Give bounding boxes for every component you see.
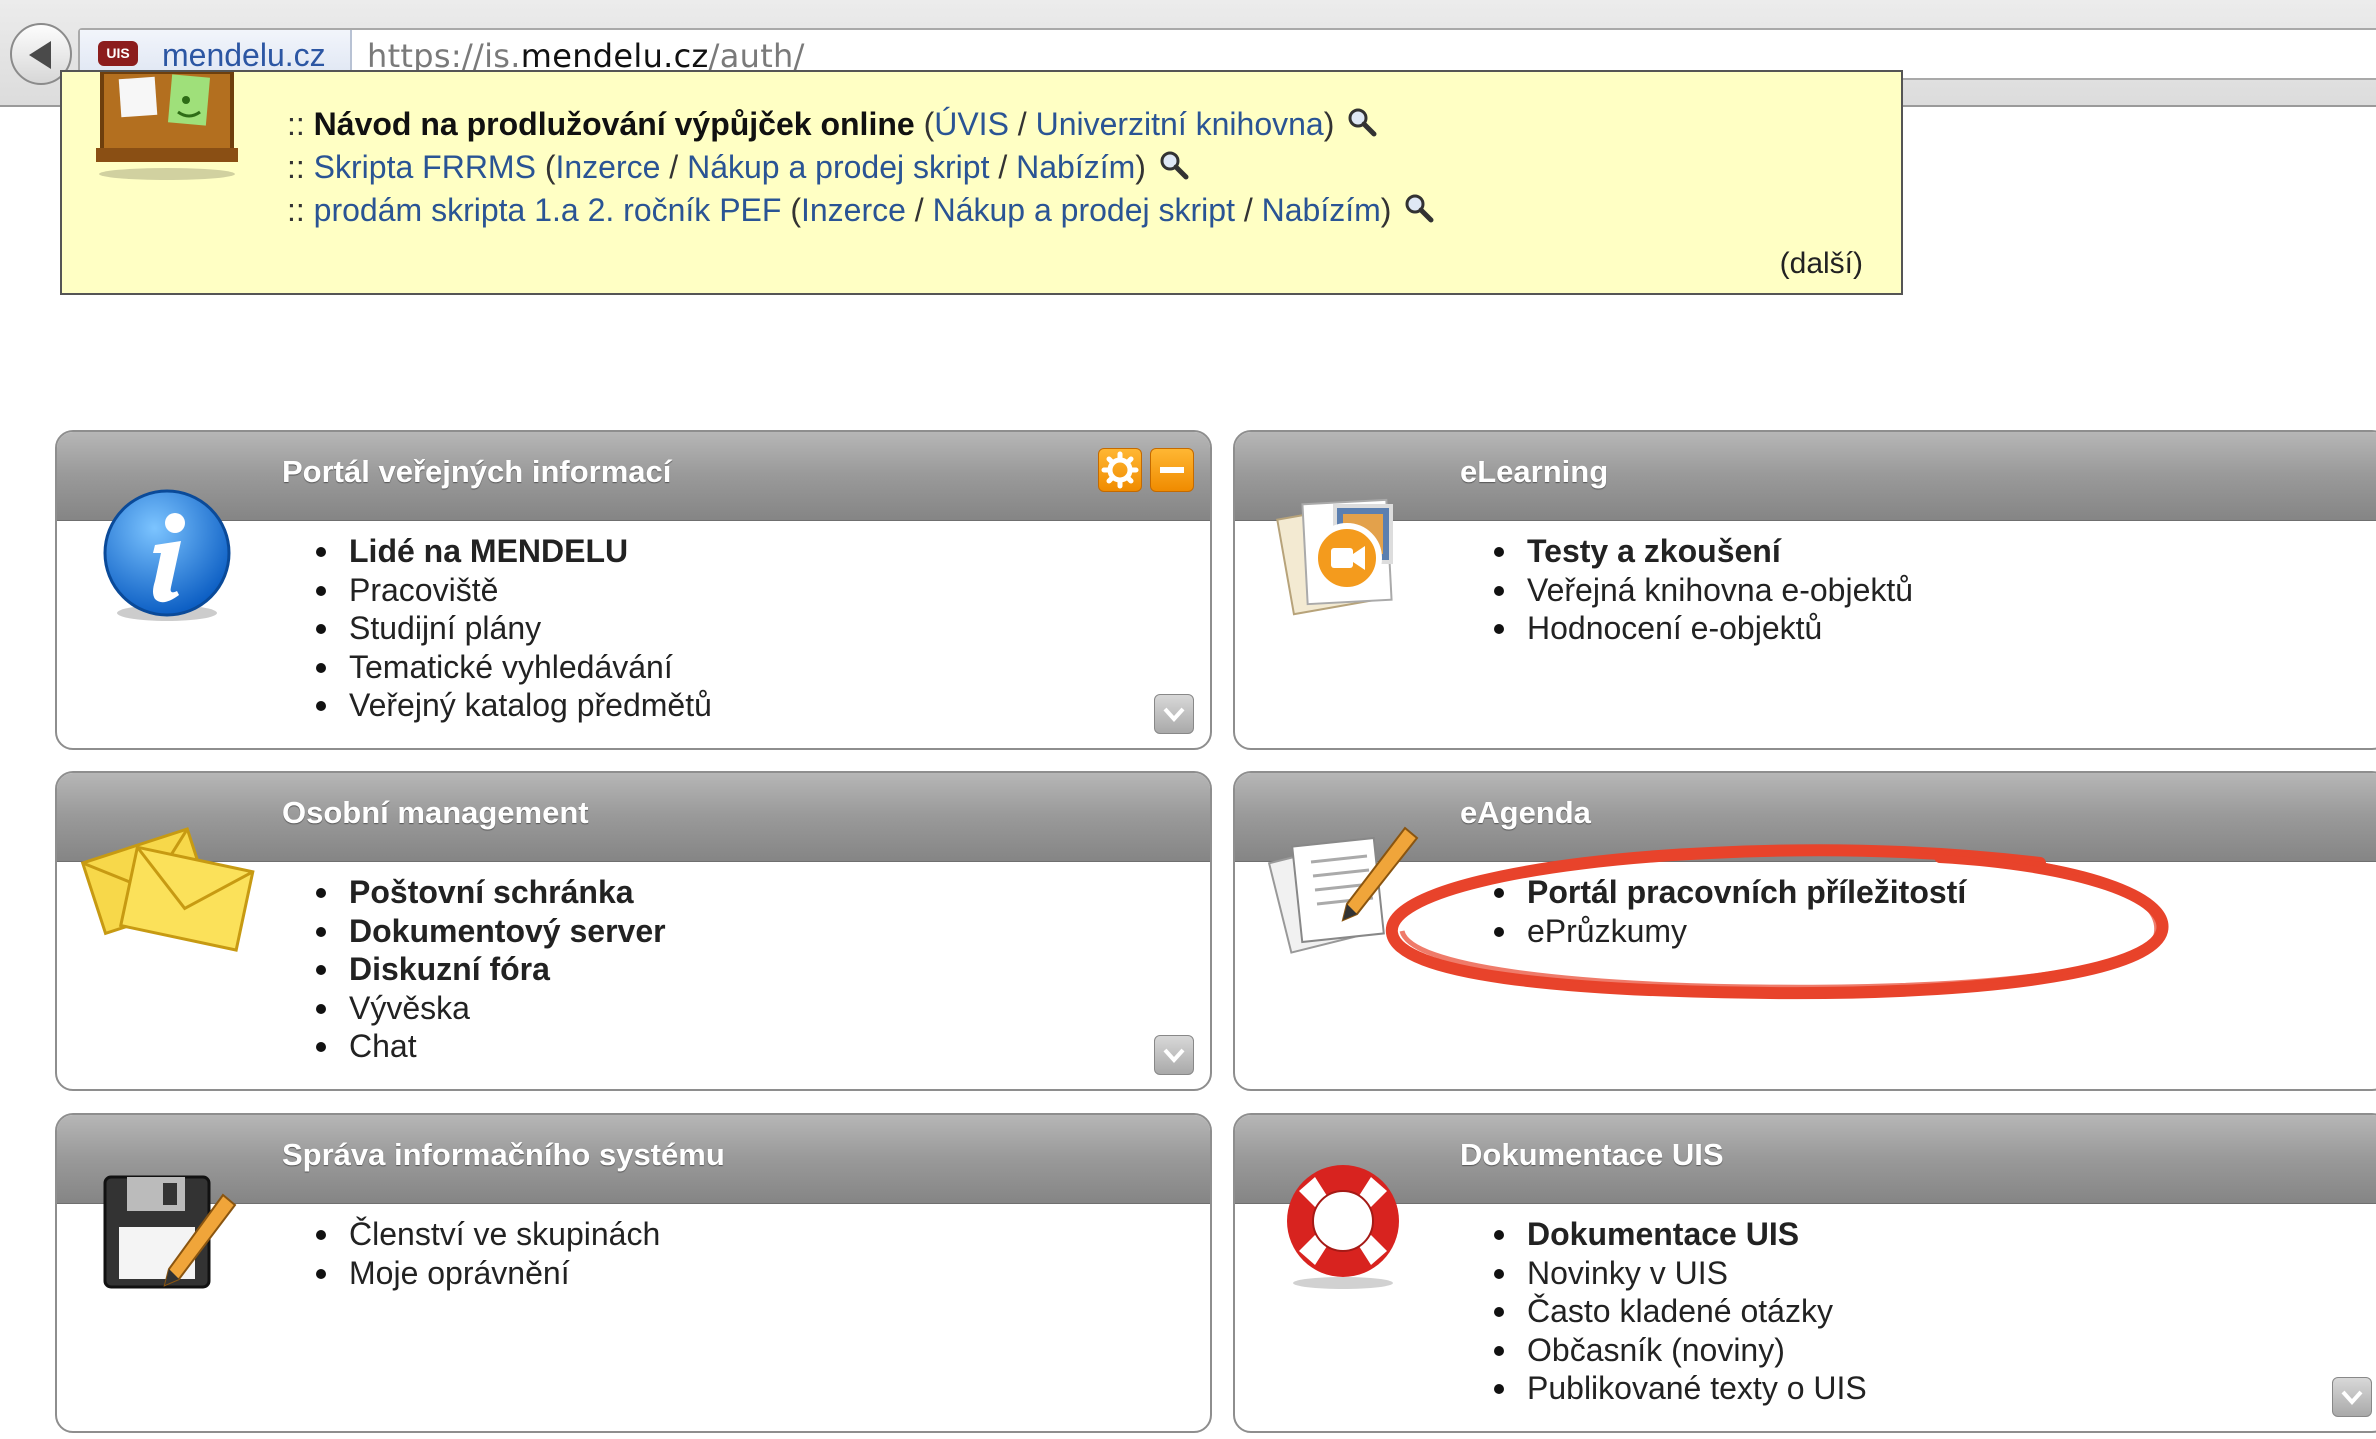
magnifier-icon[interactable] bbox=[1347, 107, 1377, 137]
notice-item: :: prodám skripta 1.a 2. ročník PEF (Inz… bbox=[287, 192, 1434, 229]
panel-title[interactable]: Portál veřejných informací bbox=[282, 454, 671, 490]
link-faq[interactable]: Často kladené otázky bbox=[1494, 1292, 1867, 1331]
chevron-down-icon bbox=[1163, 707, 1185, 722]
floppy-disk-pencil-icon bbox=[103, 1175, 237, 1289]
notice-item: :: Skripta FRRMS (Inzerce / Nákup a prod… bbox=[287, 149, 1189, 186]
notice-category-link[interactable]: Nákup a prodej skript bbox=[933, 192, 1235, 228]
separator: / bbox=[914, 192, 924, 228]
link-hodnoceni[interactable]: Hodnocení e-objektů bbox=[1493, 609, 1913, 648]
notice-item: :: Návod na prodlužování výpůjček online… bbox=[287, 106, 1377, 143]
expand-button[interactable] bbox=[1154, 694, 1194, 734]
link-publikovane-texty[interactable]: Publikované texty o UIS bbox=[1494, 1369, 1867, 1408]
paren: ) bbox=[1135, 149, 1146, 185]
panel-title[interactable]: Osobní management bbox=[282, 795, 589, 831]
lifebuoy-icon bbox=[1287, 1165, 1399, 1289]
separator: / bbox=[1243, 192, 1253, 228]
panel-documentation: Dokumentace UIS Dokumentace UIS Novinky … bbox=[1233, 1113, 2376, 1433]
paren: ) bbox=[1380, 192, 1392, 228]
panel-title[interactable]: eLearning bbox=[1460, 454, 1608, 490]
link-moje-opravneni[interactable]: Moje oprávnění bbox=[315, 1254, 660, 1293]
link-dokumentace-uis[interactable]: Dokumentace UIS bbox=[1494, 1215, 1867, 1254]
chevron-down-icon bbox=[1163, 1048, 1185, 1063]
notice-bullet: :: bbox=[287, 149, 305, 185]
paren: ( bbox=[790, 192, 801, 228]
notice-category-link[interactable]: ÚVIS bbox=[934, 106, 1009, 142]
panel-link-list: Poštovní schránka Dokumentový server Dis… bbox=[316, 873, 666, 1066]
panel-personal-management: Osobní management Poštovní schránka Doku… bbox=[55, 771, 1212, 1091]
site-favicon-icon: UIS bbox=[98, 41, 138, 66]
notice-category-link[interactable]: Univerzitní knihovna bbox=[1036, 106, 1324, 142]
panel-link-list: Členství ve skupinách Moje oprávnění bbox=[315, 1215, 660, 1293]
highlight-circle-annotation bbox=[1385, 844, 2169, 1000]
panel-title[interactable]: Dokumentace UIS bbox=[1460, 1137, 1724, 1173]
magnifier-icon[interactable] bbox=[1404, 193, 1434, 223]
link-studijni-plany[interactable]: Studijní plány bbox=[316, 609, 712, 648]
site-identity-label: mendelu.cz bbox=[162, 37, 326, 73]
panel-public-info: Portál veřejných informací Lidé na MENDE… bbox=[55, 430, 1212, 750]
link-testy[interactable]: Testy a zkoušení bbox=[1493, 532, 1913, 571]
notice-category-link[interactable]: Inzerce bbox=[555, 149, 660, 185]
separator: / bbox=[998, 149, 1008, 185]
link-verejny-katalog[interactable]: Veřejný katalog předmětů bbox=[316, 686, 712, 725]
separator: / bbox=[669, 149, 679, 185]
link-lide[interactable]: Lidé na MENDELU bbox=[316, 532, 712, 571]
notice-category-link[interactable]: Nákup a prodej skript bbox=[687, 149, 989, 185]
link-chat[interactable]: Chat bbox=[316, 1027, 666, 1066]
link-novinky[interactable]: Novinky v UIS bbox=[1494, 1254, 1867, 1293]
gear-icon bbox=[1101, 451, 1139, 489]
settings-button[interactable] bbox=[1098, 448, 1142, 492]
link-dokumentovy-server[interactable]: Dokumentový server bbox=[316, 912, 666, 951]
chevron-down-icon bbox=[2341, 1390, 2363, 1405]
bulletin-board-icon bbox=[96, 72, 238, 180]
back-arrow-icon bbox=[29, 41, 51, 69]
link-verejna-knihovna[interactable]: Veřejná knihovna e-objektů bbox=[1493, 571, 1913, 610]
notice-title-link[interactable]: Skripta FRRMS bbox=[314, 149, 536, 185]
panel-link-list: Testy a zkoušení Veřejná knihovna e-obje… bbox=[1493, 532, 1913, 648]
panel-elearning: eLearning Testy a zkoušení Veřejná kniho… bbox=[1233, 430, 2376, 750]
minus-icon bbox=[1160, 467, 1184, 473]
panel-link-list: Lidé na MENDELU Pracoviště Studijní plán… bbox=[316, 532, 712, 725]
panel-system-admin: Správa informačního systému Členství ve … bbox=[55, 1113, 1212, 1433]
link-vyveska[interactable]: Vývěska bbox=[316, 989, 666, 1028]
notice-bullet: :: bbox=[287, 106, 305, 142]
info-icon bbox=[103, 489, 231, 621]
more-notices-link[interactable]: (další) bbox=[1780, 247, 1863, 281]
panel-title[interactable]: eAgenda bbox=[1460, 795, 1591, 831]
notice-category-link[interactable]: Inzerce bbox=[801, 192, 906, 228]
link-tematicke-vyhledavani[interactable]: Tematické vyhledávání bbox=[316, 648, 712, 687]
link-pracoviste[interactable]: Pracoviště bbox=[316, 571, 712, 610]
panel-title[interactable]: Správa informačního systému bbox=[282, 1137, 725, 1173]
panel-link-list: Dokumentace UIS Novinky v UIS Často klad… bbox=[1494, 1215, 1867, 1408]
notice-board: :: Návod na prodlužování výpůjček online… bbox=[60, 70, 1903, 295]
minimize-button[interactable] bbox=[1150, 448, 1194, 492]
paren: ) bbox=[1323, 106, 1335, 142]
media-documents-icon bbox=[1276, 498, 1393, 616]
notice-title-link[interactable]: Návod na prodlužování výpůjček online bbox=[314, 106, 915, 142]
expand-button[interactable] bbox=[2332, 1377, 2372, 1417]
notice-title-link[interactable]: prodám skripta 1.a 2. ročník PEF bbox=[314, 192, 782, 228]
notice-bullet: :: bbox=[287, 192, 305, 228]
notice-category-link[interactable]: Nabízím bbox=[1016, 149, 1135, 185]
paren: ( bbox=[923, 106, 935, 142]
expand-button[interactable] bbox=[1154, 1035, 1194, 1075]
separator: / bbox=[1017, 106, 1027, 142]
magnifier-icon[interactable] bbox=[1159, 150, 1189, 180]
paren: ( bbox=[544, 149, 556, 185]
link-postovni-schranka[interactable]: Poštovní schránka bbox=[316, 873, 666, 912]
link-diskuzni-fora[interactable]: Diskuzní fóra bbox=[316, 950, 666, 989]
mail-envelopes-icon bbox=[80, 827, 255, 952]
link-obcasnik[interactable]: Občasník (noviny) bbox=[1494, 1331, 1867, 1370]
notice-category-link[interactable]: Nabízím bbox=[1262, 192, 1381, 228]
link-clenstvi-ve-skupinach[interactable]: Členství ve skupinách bbox=[315, 1215, 660, 1254]
